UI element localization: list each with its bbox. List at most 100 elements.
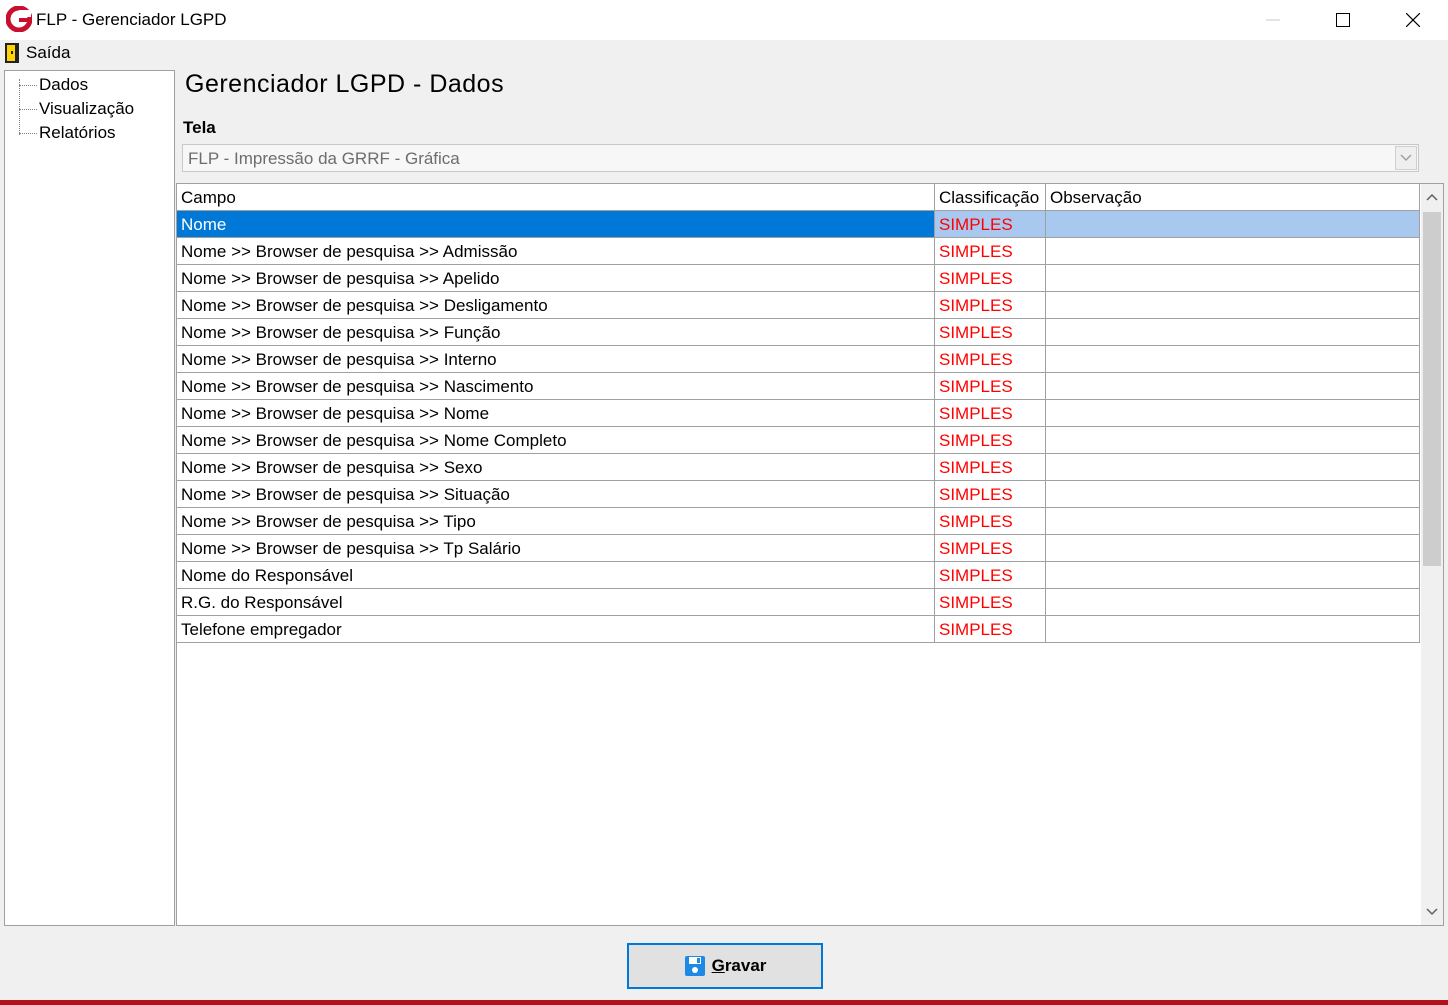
table-row[interactable]: Nome >> Browser de pesquisa >> Apelido SI… — [177, 265, 1420, 292]
cell-observacao[interactable] — [1046, 292, 1420, 318]
maximize-icon — [1336, 13, 1350, 27]
cell-campo[interactable]: Nome >> Browser de pesquisa >> Tipo — [177, 508, 935, 534]
dropdown-button[interactable] — [1395, 146, 1417, 170]
cell-classificacao[interactable]: SIMPLES — [935, 454, 1046, 480]
table-row[interactable]: Nome >> Browser de pesquisa >> Interno SI… — [177, 346, 1420, 373]
cell-classificacao[interactable]: SIMPLES — [935, 535, 1046, 561]
cell-campo[interactable]: Nome >> Browser de pesquisa >> Admissão — [177, 238, 935, 264]
cell-classificacao[interactable]: SIMPLES — [935, 562, 1046, 588]
cell-campo[interactable]: Nome — [177, 211, 935, 237]
tree-item-visualizacao[interactable]: Visualização — [19, 97, 134, 121]
title-bar: FLP - Gerenciador LGPD — [0, 0, 1448, 40]
cell-classificacao[interactable]: SIMPLES — [935, 238, 1046, 264]
table-row[interactable]: R.G. do Responsável SIMPLES — [177, 589, 1420, 616]
table-row[interactable]: Nome do Responsável SIMPLES — [177, 562, 1420, 589]
cell-campo[interactable]: Telefone empregador — [177, 616, 935, 642]
cell-campo[interactable]: Nome >> Browser de pesquisa >> Situação — [177, 481, 935, 507]
cell-campo[interactable]: Nome do Responsável — [177, 562, 935, 588]
close-icon — [1406, 13, 1420, 27]
chevron-down-icon — [1400, 154, 1412, 162]
table-row[interactable]: Nome >> Browser de pesquisa >> Tipo SIMPL… — [177, 508, 1420, 535]
minimize-icon — [1266, 19, 1280, 21]
cell-classificacao[interactable]: SIMPLES — [935, 319, 1046, 345]
cell-classificacao[interactable]: SIMPLES — [935, 616, 1046, 642]
navigation-tree: Dados Visualização Relatórios — [4, 70, 175, 926]
door-exit-icon — [5, 43, 19, 63]
cell-campo[interactable]: Nome >> Browser de pesquisa >> Nome Comp… — [177, 427, 935, 453]
save-button[interactable]: Gravar — [627, 943, 823, 989]
cell-observacao[interactable] — [1046, 211, 1420, 237]
column-header-observacao[interactable]: Observação — [1046, 184, 1420, 210]
cell-classificacao[interactable]: SIMPLES — [935, 508, 1046, 534]
cell-campo[interactable]: Nome >> Browser de pesquisa >> Apelido — [177, 265, 935, 291]
tree-item-dados[interactable]: Dados — [19, 73, 88, 97]
cell-classificacao[interactable]: SIMPLES — [935, 373, 1046, 399]
cell-observacao[interactable] — [1046, 373, 1420, 399]
scroll-up-button[interactable] — [1421, 184, 1443, 210]
tree-item-relatorios[interactable]: Relatórios — [19, 121, 116, 145]
cell-observacao[interactable] — [1046, 346, 1420, 372]
tree-branch — [19, 108, 37, 110]
cell-observacao[interactable] — [1046, 319, 1420, 345]
cell-classificacao[interactable]: SIMPLES — [935, 427, 1046, 453]
tree-branch — [19, 132, 37, 134]
grid-header: Campo Classificação Observação — [177, 184, 1420, 211]
close-button[interactable] — [1378, 0, 1448, 40]
cell-campo[interactable]: Nome >> Browser de pesquisa >> Nome — [177, 400, 935, 426]
table-row[interactable]: Nome >> Browser de pesquisa >> Nasciment… — [177, 373, 1420, 400]
table-row[interactable]: Nome >> Browser de pesquisa >> Admissão S… — [177, 238, 1420, 265]
maximize-button[interactable] — [1308, 0, 1378, 40]
cell-observacao[interactable] — [1046, 427, 1420, 453]
column-header-campo[interactable]: Campo — [177, 184, 935, 210]
cell-classificacao[interactable]: SIMPLES — [935, 211, 1046, 237]
cell-observacao[interactable] — [1046, 238, 1420, 264]
chevron-up-icon — [1426, 193, 1438, 201]
cell-classificacao[interactable]: SIMPLES — [935, 400, 1046, 426]
vertical-scrollbar[interactable] — [1421, 184, 1443, 925]
cell-observacao[interactable] — [1046, 265, 1420, 291]
tree-item-label: Relatórios — [39, 123, 116, 142]
cell-campo[interactable]: Nome >> Browser de pesquisa >> Tp Salári… — [177, 535, 935, 561]
page-title: Gerenciador LGPD - Dados — [185, 70, 505, 98]
table-row[interactable]: Nome >> Browser de pesquisa >> Sexo SIMPL… — [177, 454, 1420, 481]
cell-observacao[interactable] — [1046, 562, 1420, 588]
cell-campo[interactable]: Nome >> Browser de pesquisa >> Interno — [177, 346, 935, 372]
save-label-rest: ravar — [724, 956, 767, 975]
table-row[interactable]: Nome >> Browser de pesquisa >> Função SIM… — [177, 319, 1420, 346]
menu-bar: Saída — [0, 40, 1448, 68]
minimize-button[interactable] — [1238, 0, 1308, 40]
cell-observacao[interactable] — [1046, 508, 1420, 534]
tree-branch — [19, 84, 37, 86]
table-row[interactable]: Telefone empregador SIMPLES — [177, 616, 1420, 643]
chevron-down-icon — [1426, 908, 1438, 916]
menu-exit-label: Saída — [26, 43, 71, 62]
cell-observacao[interactable] — [1046, 400, 1420, 426]
cell-observacao[interactable] — [1046, 616, 1420, 642]
menu-item-exit[interactable]: Saída — [4, 40, 70, 66]
fields-grid[interactable]: Campo Classificação Observação Nome SIMPL… — [176, 183, 1444, 926]
cell-classificacao[interactable]: SIMPLES — [935, 481, 1046, 507]
cell-classificacao[interactable]: SIMPLES — [935, 589, 1046, 615]
cell-observacao[interactable] — [1046, 481, 1420, 507]
table-row[interactable]: Nome >> Browser de pesquisa >> Desligame… — [177, 292, 1420, 319]
table-row[interactable]: Nome >> Browser de pesquisa >> Situação S… — [177, 481, 1420, 508]
cell-classificacao[interactable]: SIMPLES — [935, 346, 1046, 372]
cell-campo[interactable]: Nome >> Browser de pesquisa >> Desligame… — [177, 292, 935, 318]
cell-classificacao[interactable]: SIMPLES — [935, 265, 1046, 291]
cell-campo[interactable]: Nome >> Browser de pesquisa >> Função — [177, 319, 935, 345]
scroll-thumb[interactable] — [1423, 212, 1441, 566]
cell-classificacao[interactable]: SIMPLES — [935, 292, 1046, 318]
cell-campo[interactable]: Nome >> Browser de pesquisa >> Nasciment… — [177, 373, 935, 399]
cell-observacao[interactable] — [1046, 535, 1420, 561]
column-header-classificacao[interactable]: Classificação — [935, 184, 1046, 210]
cell-observacao[interactable] — [1046, 589, 1420, 615]
table-row[interactable]: Nome >> Browser de pesquisa >> Nome SIMPL… — [177, 400, 1420, 427]
cell-observacao[interactable] — [1046, 454, 1420, 480]
cell-campo[interactable]: Nome >> Browser de pesquisa >> Sexo — [177, 454, 935, 480]
table-row[interactable]: Nome SIMPLES — [177, 211, 1420, 238]
table-row[interactable]: Nome >> Browser de pesquisa >> Nome Comp… — [177, 427, 1420, 454]
cell-campo[interactable]: R.G. do Responsável — [177, 589, 935, 615]
tela-select[interactable]: FLP - Impressão da GRRF - Gráfica — [182, 144, 1419, 172]
table-row[interactable]: Nome >> Browser de pesquisa >> Tp Salári… — [177, 535, 1420, 562]
scroll-down-button[interactable] — [1421, 899, 1443, 925]
